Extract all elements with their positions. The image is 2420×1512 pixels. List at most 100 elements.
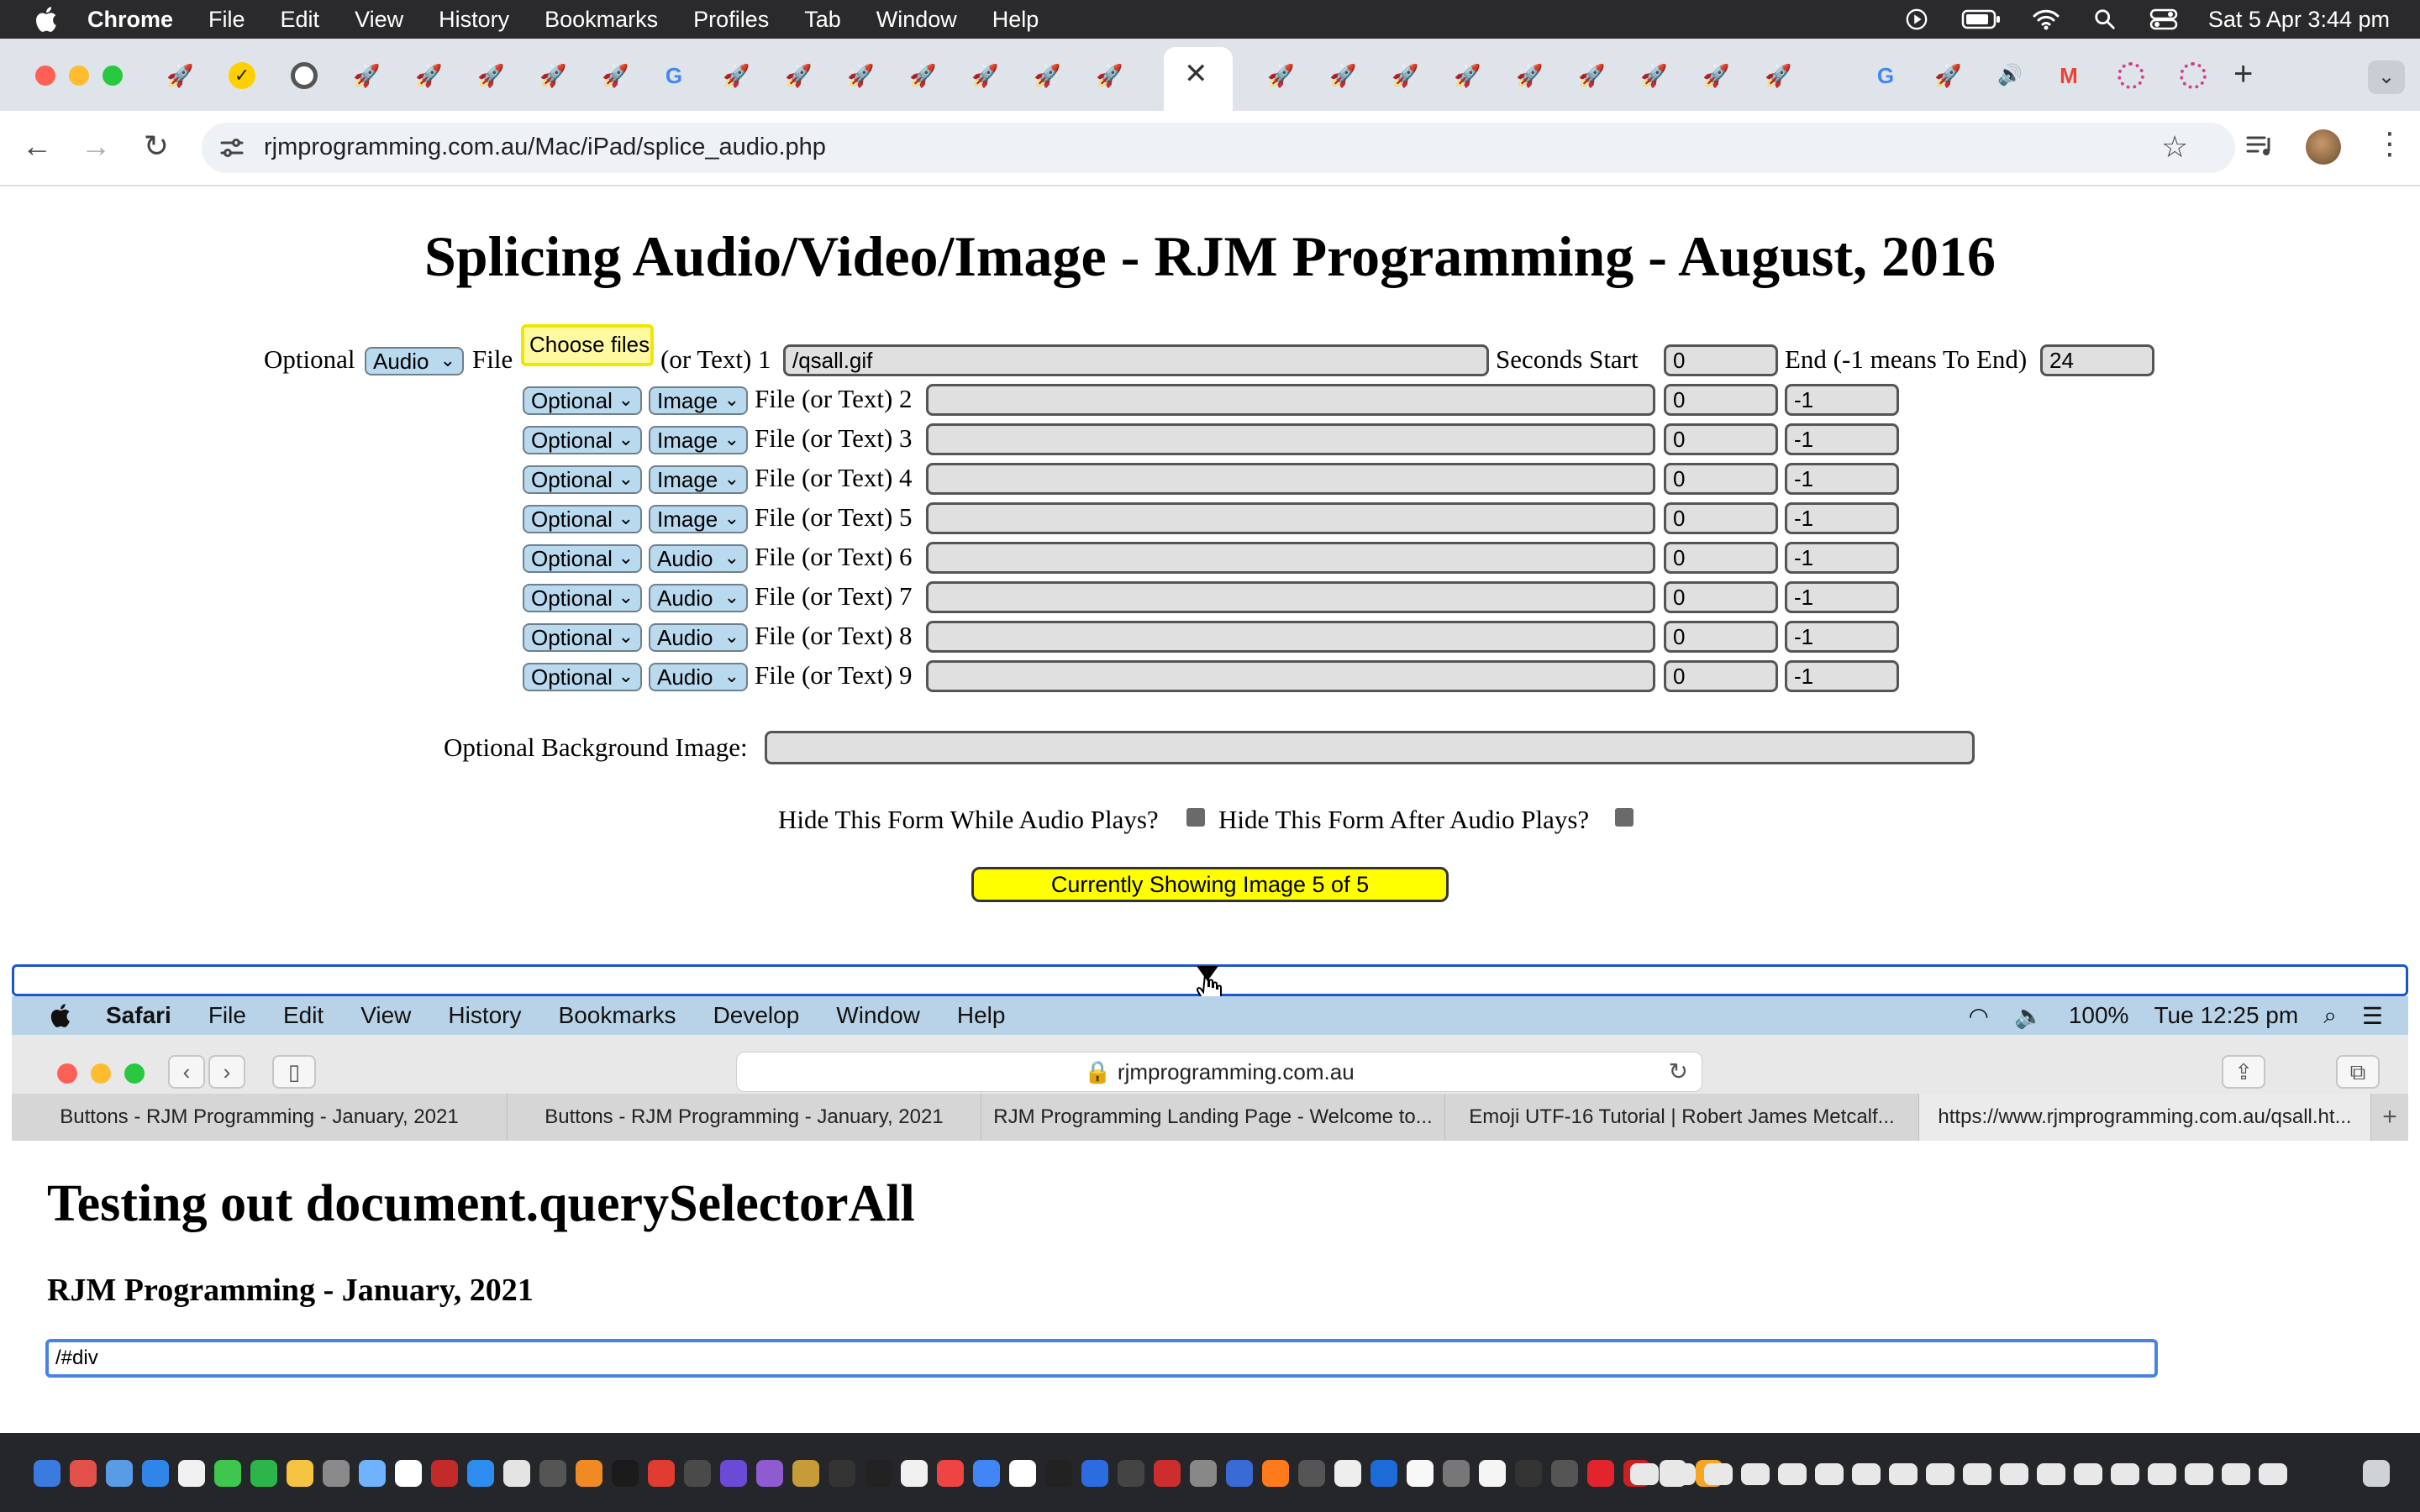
row-start-input[interactable]: 0 [1664,581,1778,613]
wifi-icon[interactable] [2032,8,2060,31]
row-type-select[interactable]: Image ⌄ [649,426,748,454]
tab-favicon-rocket-icon[interactable]: 🚀 [539,62,566,89]
dock-app-icon[interactable] [1118,1460,1144,1487]
dock-window-thumbnail[interactable] [2037,1463,2065,1485]
tab-favicon-dots-icon[interactable] [2180,62,2207,89]
row-end-input[interactable]: -1 [1785,621,1899,653]
battery-icon[interactable] [1961,8,2002,31]
window-close-button[interactable] [35,66,55,86]
profile-avatar[interactable] [2306,129,2341,165]
tab-favicon-rocket-icon[interactable]: 🚀 [1934,62,1961,89]
menu-edit[interactable]: Edit [281,7,320,33]
tab-active[interactable]: ✕ [1164,47,1233,111]
tab-search-chevron-icon[interactable]: ⌄ [2368,60,2405,94]
dock-app-icon[interactable] [1154,1460,1181,1487]
tab-favicon-chrome-icon[interactable] [291,62,318,89]
reload-button[interactable]: ↻ [138,128,175,165]
row-type-select[interactable]: Image ⌄ [649,505,748,533]
row-file-input[interactable] [926,581,1655,613]
dock-window-thumbnail[interactable] [2222,1463,2250,1485]
tab-favicon-dots-icon[interactable] [2118,62,2144,89]
dock-window-thumbnail[interactable] [1667,1463,1696,1485]
row1-end-input[interactable]: 24 [2040,344,2154,376]
dock-window-thumbnail[interactable] [1704,1463,1733,1485]
dock-app-icon[interactable] [1334,1460,1361,1487]
dock-window-thumbnail[interactable] [1815,1463,1844,1485]
choose-files-button[interactable]: Choose files [521,324,654,366]
dock-app-icon[interactable] [1226,1460,1253,1487]
dock-window-thumbnail[interactable] [2074,1463,2102,1485]
dock-app-icon[interactable] [1081,1460,1108,1487]
row1-start-input[interactable]: 0 [1664,344,1778,376]
row-file-input[interactable] [926,384,1655,416]
dock-app-icon[interactable] [973,1460,1000,1487]
dock-app-icon[interactable] [395,1460,422,1487]
dock-window-thumbnail[interactable] [2000,1463,2028,1485]
dock-app-icon[interactable] [142,1460,169,1487]
tab-favicon-rocket-icon[interactable]: 🚀 [909,62,936,89]
dock-app-icon[interactable] [1587,1460,1614,1487]
tab-favicon-rocket-icon[interactable]: 🚀 [1454,62,1481,89]
hide-while-checkbox[interactable] [1186,808,1205,827]
dock-app-icon[interactable] [865,1460,892,1487]
forward-button[interactable]: → [77,128,114,165]
row-file-input[interactable] [926,423,1655,455]
row-start-input[interactable]: 0 [1664,463,1778,495]
dock-app-icon[interactable] [792,1460,819,1487]
menu-history[interactable]: History [439,7,509,33]
tab-favicon-rocket-icon[interactable]: 🚀 [602,62,629,89]
row-type-select[interactable]: Audio ⌄ [649,584,748,612]
site-settings-icon[interactable] [218,134,245,161]
tab-favicon-rocket-icon[interactable]: 🚀 [353,62,380,89]
dock-app-icon[interactable] [648,1460,675,1487]
dock-app-icon[interactable] [937,1460,964,1487]
row-file-input[interactable] [926,660,1655,692]
row-start-input[interactable]: 0 [1664,660,1778,692]
window-minimize-button[interactable] [69,66,89,86]
row-optional-select[interactable]: Optional ⌄ [523,544,642,573]
tab-favicon-rocket-icon[interactable]: 🚀 [971,62,998,89]
row-end-input[interactable]: -1 [1785,581,1899,613]
tab-favicon-rocket-icon[interactable]: 🚀 [166,62,193,89]
dock-app-icon[interactable] [106,1460,133,1487]
tab-favicon-rocket-icon[interactable]: 🚀 [1702,62,1729,89]
hide-after-checkbox[interactable] [1615,808,1634,827]
address-bar[interactable]: rjmprogramming.com.au/Mac/iPad/splice_au… [202,123,2235,173]
play-circle-icon[interactable] [1902,8,1931,31]
menu-tab[interactable]: Tab [804,7,841,33]
row-file-input[interactable] [926,463,1655,495]
trash-icon[interactable] [2363,1460,2390,1487]
dock-app-icon[interactable] [1190,1460,1217,1487]
control-center-icon[interactable] [2149,8,2178,31]
tab-favicon-rocket-icon[interactable]: 🚀 [847,62,874,89]
dock-app-icon[interactable] [1479,1460,1506,1487]
dock-app-icon[interactable] [612,1460,639,1487]
row-optional-select[interactable]: Optional ⌄ [523,623,642,652]
dock-app-icon[interactable] [1407,1460,1434,1487]
dock-window-thumbnail[interactable] [1852,1463,1881,1485]
row-file-input[interactable] [926,621,1655,653]
dock-app-icon[interactable] [1262,1460,1289,1487]
dock-app-icon[interactable] [503,1460,530,1487]
dock-app-icon[interactable] [250,1460,277,1487]
dock-app-icon[interactable] [323,1460,350,1487]
row-type-select[interactable]: Audio ⌄ [649,663,748,691]
tab-favicon-check-icon[interactable]: ✓ [229,62,255,89]
tab-favicon-rocket-icon[interactable]: 🚀 [1096,62,1123,89]
tab-favicon-rocket-icon[interactable]: 🚀 [415,62,442,89]
row-type-select[interactable]: Image ⌄ [649,465,748,494]
row-end-input[interactable]: -1 [1785,542,1899,574]
tab-favicon-rocket-icon[interactable]: 🚀 [1329,62,1356,89]
row-file-input[interactable] [926,542,1655,574]
row-end-input[interactable]: -1 [1785,502,1899,534]
row-end-input[interactable]: -1 [1785,660,1899,692]
search-icon[interactable] [2091,8,2119,31]
row-start-input[interactable]: 0 [1664,384,1778,416]
dock-app-icon[interactable] [1370,1460,1397,1487]
background-image-input[interactable] [765,731,1975,764]
new-tab-button[interactable]: + [2233,55,2253,93]
window-zoom-button[interactable] [103,66,123,86]
dock-app-icon[interactable] [1443,1460,1470,1487]
dock-app-icon[interactable] [756,1460,783,1487]
tab-favicon-rocket-icon[interactable]: 🚀 [1267,62,1294,89]
